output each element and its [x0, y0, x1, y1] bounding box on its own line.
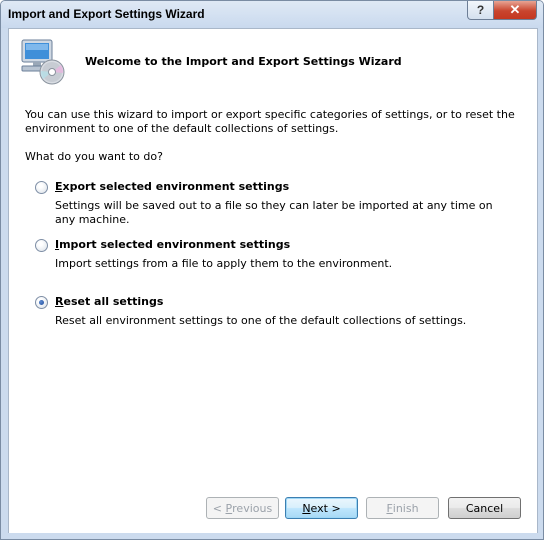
- question-label: What do you want to do?: [25, 150, 163, 163]
- reset-label[interactable]: Reset all settings: [55, 295, 163, 308]
- title-buttons: ? ✕: [467, 1, 537, 21]
- header-title: Welcome to the Import and Export Setting…: [85, 55, 402, 68]
- import-radio[interactable]: [35, 239, 48, 252]
- import-description: Import settings from a file to apply the…: [55, 257, 393, 270]
- export-radio[interactable]: [35, 181, 48, 194]
- wizard-window: Import and Export Settings Wizard ? ✕ We…: [0, 0, 544, 540]
- intro-text: You can use this wizard to import or exp…: [25, 108, 515, 135]
- reset-radio[interactable]: [35, 296, 48, 309]
- window-title: Import and Export Settings Wizard: [8, 7, 205, 21]
- computer-disc-icon: [21, 39, 65, 85]
- finish-button[interactable]: Finish: [366, 497, 439, 519]
- title-bar: Import and Export Settings Wizard ? ✕: [1, 1, 543, 28]
- wizard-body: Welcome to the Import and Export Setting…: [8, 28, 538, 533]
- next-button[interactable]: Next >: [285, 497, 358, 519]
- import-label[interactable]: Import selected environment settings: [55, 238, 290, 251]
- help-icon: ?: [476, 3, 485, 17]
- wizard-header: Welcome to the Import and Export Setting…: [9, 29, 537, 94]
- export-description: Settings will be saved out to a file so …: [55, 199, 493, 226]
- help-button[interactable]: ?: [467, 1, 494, 20]
- export-label[interactable]: Export selected environment settings: [55, 180, 289, 193]
- cancel-button[interactable]: Cancel: [448, 497, 521, 519]
- previous-button[interactable]: < Previous: [206, 497, 279, 519]
- close-button[interactable]: ✕: [494, 1, 537, 20]
- reset-description: Reset all environment settings to one of…: [55, 314, 467, 327]
- close-icon: ✕: [509, 2, 521, 17]
